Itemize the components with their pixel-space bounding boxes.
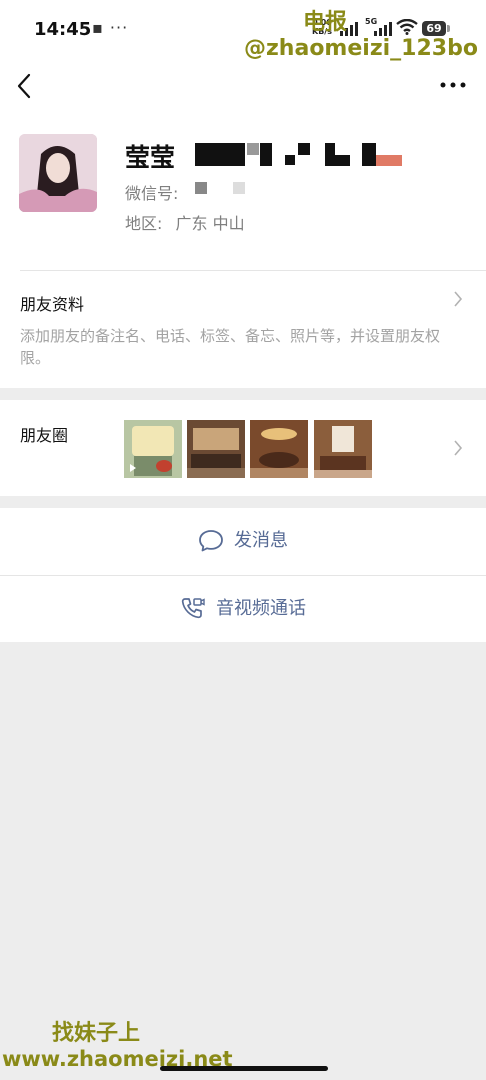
redacted-block	[285, 155, 295, 165]
redacted-block	[325, 143, 335, 155]
av-call-label: 音视频通话	[216, 598, 306, 619]
moments-title: 朋友圈	[20, 426, 69, 445]
friend-info-title: 朋友资料	[20, 295, 85, 314]
chevron-right-icon	[454, 440, 463, 456]
redacted-block	[376, 155, 402, 166]
profile-name: 莹莹	[125, 143, 176, 172]
back-button[interactable]	[14, 72, 34, 104]
wechat-id-label: 微信号:	[125, 184, 179, 203]
battery-tip	[447, 25, 450, 32]
watermark-bottom-line1: 找妹子上	[52, 1021, 141, 1046]
redacted-block	[247, 143, 259, 155]
redacted-block	[298, 143, 310, 155]
redacted-block	[260, 143, 272, 166]
redacted-block	[362, 143, 376, 166]
redacted-block	[233, 182, 245, 194]
moments-thumbnail	[250, 420, 308, 478]
friend-info-description: 添加朋友的备注名、电话、标签、备忘、照片等，并设置朋友权限。	[20, 327, 441, 367]
signal-icon-2	[374, 20, 392, 36]
region-label: 地区:	[125, 214, 163, 233]
phone-video-icon	[181, 598, 205, 619]
chevron-right-icon	[454, 291, 463, 307]
battery-icon: 69	[422, 21, 446, 36]
redacted-block	[195, 182, 207, 194]
avatar-image	[19, 134, 97, 212]
redacted-block	[325, 155, 350, 166]
send-message-button[interactable]: 发消息	[0, 508, 486, 574]
moments-thumbnail	[124, 420, 182, 478]
chevron-left-icon	[17, 73, 31, 99]
watermark-top-line2: @zhaomeizi_123bo	[244, 36, 478, 61]
more-button[interactable]	[440, 78, 466, 89]
av-call-button[interactable]: 音视频通话	[0, 576, 486, 642]
more-dots-icon	[440, 82, 466, 88]
region-value: 广东 中山	[175, 214, 245, 233]
moments-thumbnail	[314, 420, 372, 478]
status-time: 14:45	[34, 19, 92, 40]
home-indicator[interactable]	[160, 1066, 328, 1071]
chat-bubble-icon	[199, 530, 223, 552]
moments-thumbnail	[187, 420, 245, 478]
avatar[interactable]	[19, 134, 97, 212]
redacted-block	[195, 143, 245, 166]
status-dots-icon: ▪ ···	[92, 18, 129, 37]
watermark-top-line1: 电报	[303, 10, 348, 35]
send-message-label: 发消息	[234, 530, 288, 551]
region: 地区: 广东 中山	[125, 210, 245, 234]
